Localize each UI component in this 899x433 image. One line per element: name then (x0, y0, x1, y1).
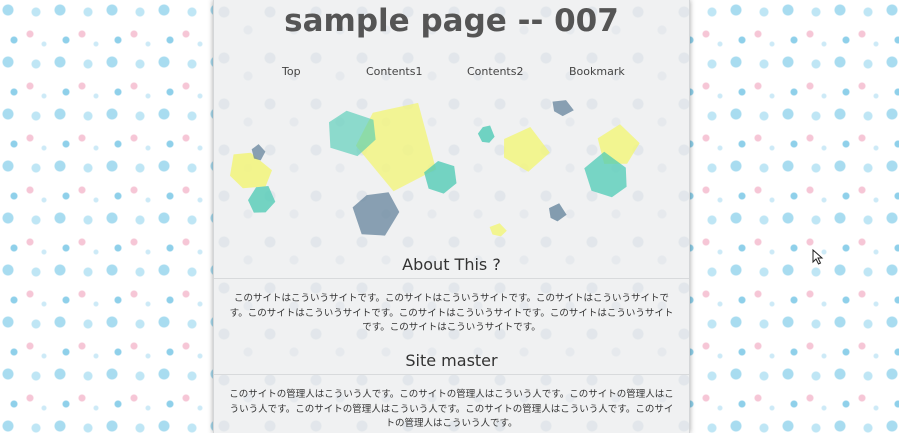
nav-contents1-link[interactable]: Contents1 (366, 63, 422, 81)
nav-bookmark-link[interactable]: Bookmark (569, 63, 625, 81)
nav-top-link[interactable]: Top (282, 63, 301, 81)
section-divider (214, 278, 689, 279)
nav-contents2-link[interactable]: Contents2 (467, 63, 523, 81)
about-heading: About This ? (402, 255, 501, 274)
hero-shape (549, 203, 567, 222)
about-text: このサイトはこういうサイトです。このサイトはこういうサイトです。このサイトはこう… (229, 293, 674, 333)
hero-shape (355, 102, 436, 192)
hero-shape (552, 100, 574, 117)
site-master-text: このサイトの管理人はこういう人です。このサイトの管理人はこういう人です。このサイ… (229, 389, 674, 429)
hero-shape (504, 127, 550, 172)
page-container: sample page -- 007 Top Contents1 Content… (213, 0, 690, 433)
hero-shape (477, 125, 495, 143)
hero-shapes (230, 100, 640, 237)
hero-shape (248, 186, 276, 213)
mouse-pointer-icon (812, 249, 824, 265)
hero-shape (489, 223, 507, 237)
section-divider (214, 374, 689, 375)
hero-banner (230, 100, 640, 237)
main-nav: Top Contents1 Contents2 Bookmark (214, 63, 689, 81)
site-master-heading: Site master (405, 351, 498, 370)
hero-shape (230, 152, 272, 189)
hero-shape (352, 192, 400, 236)
site-title: sample page -- 007 (284, 3, 619, 39)
